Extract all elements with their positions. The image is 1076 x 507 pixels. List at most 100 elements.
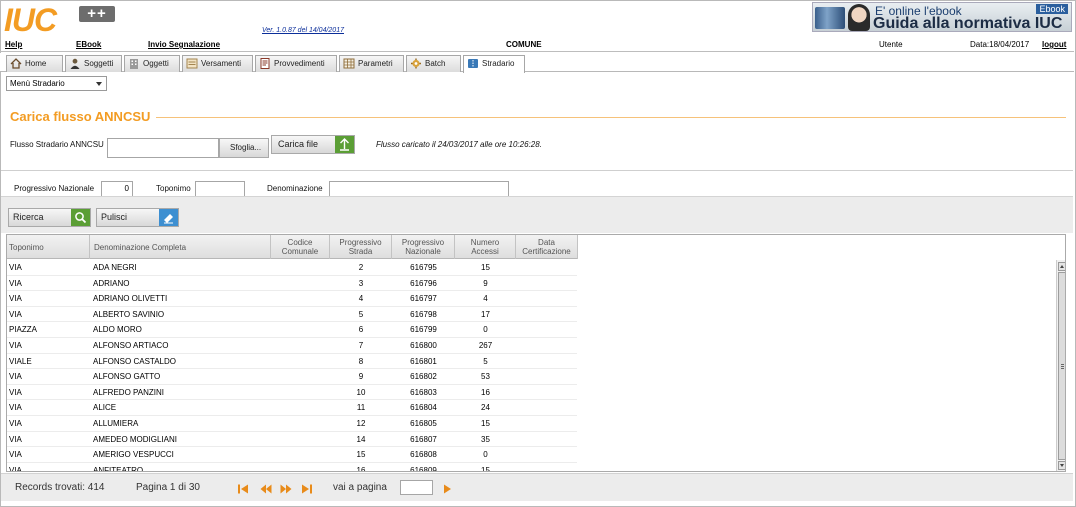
tab-provvedimenti[interactable]: Provvedimenti: [255, 55, 337, 72]
table-row[interactable]: VIA ADRIANO 3 616796 9: [7, 276, 577, 292]
next-page-icon[interactable]: [280, 483, 292, 495]
previous-page-icon[interactable]: [260, 483, 272, 495]
table-row[interactable]: VIA ALFREDO PANZINI 10 616803 16: [7, 385, 577, 401]
table-cell: ALFREDO PANZINI: [93, 387, 164, 397]
help-link[interactable]: Help: [5, 40, 22, 49]
first-page-icon[interactable]: [237, 483, 249, 495]
toponimo-label: Toponimo: [156, 184, 191, 193]
progressivo-input[interactable]: 0: [101, 181, 133, 197]
table-cell: 2: [358, 263, 364, 272]
table-cell: VIA: [9, 263, 22, 272]
version-link[interactable]: Ver. 1.0.87 del 14/04/2017: [262, 27, 344, 34]
table-cell: ANFITEATRO: [93, 465, 144, 472]
column-header-codice-comunale[interactable]: Codice Comunale: [271, 235, 330, 259]
tab-versamenti[interactable]: Versamenti: [182, 55, 253, 72]
table-cell: 267: [478, 341, 493, 350]
go-arrow-icon[interactable]: [441, 483, 453, 495]
tab-stradario[interactable]: Stradario: [463, 55, 525, 73]
home-icon: [10, 58, 22, 69]
table-cell: ALFONSO GATTO: [93, 372, 161, 382]
ebook-link[interactable]: EBook: [76, 40, 101, 49]
table-cell: 9: [483, 278, 488, 288]
table-cell: 616805: [410, 419, 437, 428]
gear-icon: [411, 58, 421, 69]
tab-label: Provvedimenti: [274, 59, 325, 68]
table-cell: 616802: [410, 372, 437, 382]
vertical-scrollbar[interactable]: [1056, 260, 1065, 471]
table-cell: VIA: [9, 387, 22, 397]
results-table: Toponimo Denominazione Completa Codice C…: [6, 234, 1066, 472]
tab-label: Oggetti: [143, 59, 169, 68]
pulisci-label: Pulisci: [101, 212, 128, 222]
table-cell: 53: [481, 372, 490, 382]
column-header-toponimo[interactable]: Toponimo: [7, 235, 90, 259]
scrollbar-thumb[interactable]: [1058, 272, 1065, 460]
upload-status: Flusso caricato il 24/03/2017 alle ore 1…: [376, 140, 542, 149]
pulisci-button[interactable]: Pulisci: [96, 208, 179, 227]
column-header-numero-accessi[interactable]: Numero Accessi: [455, 235, 516, 259]
toponimo-input[interactable]: [195, 181, 245, 197]
table-row[interactable]: VIA AMEDEO MODIGLIANI 14 616807 35: [7, 432, 577, 448]
menu-stradario-select[interactable]: Menù Stradario: [6, 76, 107, 91]
table-cell: 616801: [410, 356, 437, 366]
scroll-down-icon[interactable]: [1058, 461, 1065, 470]
table-row[interactable]: PIAZZA ALDO MORO 6 616799 0: [7, 322, 577, 338]
table-row[interactable]: VIA ADA NEGRI 2 616795 15: [7, 260, 577, 276]
table-cell: VIA: [9, 465, 22, 472]
carica-file-button[interactable]: Carica file: [271, 135, 355, 154]
carica-file-label: Carica file: [278, 139, 319, 149]
table-row[interactable]: VIA ALFONSO GATTO 9 616802 53: [7, 369, 577, 385]
tab-label: Stradario: [482, 59, 515, 68]
table-row[interactable]: VIA ALLUMIERA 12 616805 15: [7, 416, 577, 432]
table-row[interactable]: VIA ANFITEATRO 16 616809 15: [7, 463, 577, 472]
tab-label: Soggetti: [84, 59, 114, 68]
ebook-banner[interactable]: E' online l'ebook Ebook Guida alla norma…: [812, 2, 1072, 32]
column-header-denominazione[interactable]: Denominazione Completa: [90, 235, 271, 259]
tab-parametri[interactable]: Parametri: [339, 55, 404, 72]
table-cell: 24: [481, 403, 490, 413]
table-cell: 3: [358, 278, 364, 288]
scroll-up-icon[interactable]: [1058, 262, 1065, 271]
tab-oggetti[interactable]: Oggetti: [124, 55, 180, 72]
table-cell: ALICE: [93, 403, 117, 413]
table-row[interactable]: VIA ALBERTO SAVINIO 5 616798 17: [7, 307, 577, 323]
table-cell: 616803: [410, 387, 437, 397]
table-row[interactable]: VIALE ALFONSO CASTALDO 8 616801 5: [7, 354, 577, 370]
table-cell: 16: [481, 387, 490, 397]
table-row[interactable]: VIA ALICE 11 616804 24: [7, 400, 577, 416]
flusso-label: Flusso Stradario ANNCSU: [10, 140, 104, 149]
table-row[interactable]: VIA AMERIGO VESPUCCI 15 616808 0: [7, 447, 577, 463]
column-header-progressivo-strada[interactable]: Progressivo Strada: [330, 235, 392, 259]
table-cell: 616807: [410, 434, 437, 444]
table-cell: 5: [358, 309, 364, 319]
table-row[interactable]: VIA ALFONSO ARTIACO 7 616800 267: [7, 338, 577, 354]
last-page-icon[interactable]: [301, 483, 313, 495]
table-cell: 0: [483, 325, 488, 335]
table-cell: 616800: [410, 341, 437, 350]
table-cell: VIA: [9, 278, 22, 288]
ricerca-button[interactable]: Ricerca: [8, 208, 91, 227]
main-tabs: Home Soggetti Oggetti Versamenti Provved…: [0, 53, 1074, 73]
invio-segnalazione-link[interactable]: Invio Segnalazione: [148, 40, 220, 49]
tab-label: Home: [25, 59, 47, 68]
table-row[interactable]: VIA ADRIANO OLIVETTI 4 616797 4: [7, 291, 577, 307]
tab-home[interactable]: Home: [6, 55, 63, 72]
tab-label: Batch: [425, 59, 446, 68]
table-cell: 9: [358, 372, 364, 382]
logout-link[interactable]: logout: [1042, 40, 1066, 49]
goto-page-input[interactable]: [400, 480, 433, 495]
table-cell: VIA: [9, 419, 22, 428]
column-header-data-certificazione[interactable]: Data Certificazione: [516, 235, 578, 259]
table-cell: ADRIANO OLIVETTI: [93, 294, 168, 304]
column-header-progressivo-nazionale[interactable]: Progressivo Nazionale: [392, 235, 455, 259]
denominazione-input[interactable]: [329, 181, 509, 197]
goto-page-label: vai a pagina: [333, 482, 387, 493]
table-cell: 5: [483, 356, 488, 366]
tab-batch[interactable]: Batch: [406, 55, 461, 72]
file-path-input[interactable]: [107, 138, 219, 158]
grid-icon: [343, 58, 355, 69]
tab-soggetti[interactable]: Soggetti: [65, 55, 122, 72]
road-icon: [468, 59, 478, 68]
browse-button[interactable]: Sfoglia...: [219, 138, 269, 158]
banner-line2: Guida alla normativa IUC: [873, 15, 1063, 32]
